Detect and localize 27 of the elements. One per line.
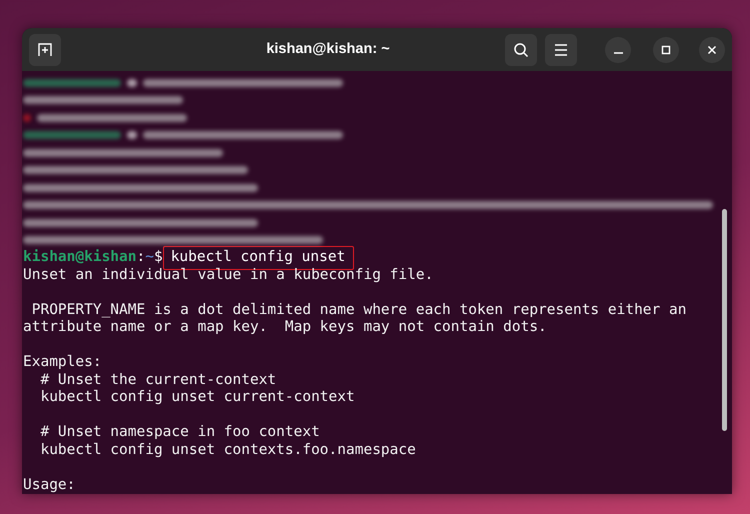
new-tab-button[interactable]	[29, 34, 61, 66]
scrollbar[interactable]	[722, 209, 727, 431]
minimize-icon	[614, 52, 622, 54]
close-icon	[707, 44, 717, 54]
output-line: kubectl config unset contexts.foo.namespace	[39, 442, 416, 459]
minimize-button[interactable]	[605, 36, 631, 62]
output-line: # Unset namespace in foo context	[39, 424, 320, 442]
prompt-path: ~	[145, 249, 154, 266]
prompt-separator: :	[136, 249, 146, 266]
search-button[interactable]	[505, 34, 537, 66]
output-line: Unset an individual value in a kubeconfig file.	[23, 266, 434, 284]
prompt-user: kishan@kishan	[23, 249, 136, 266]
new-tab-icon	[37, 42, 53, 58]
output-line: # Unset the current-context	[39, 372, 276, 389]
output-line: Examples:	[23, 354, 102, 372]
output-line: kubectl config unset current-context	[39, 389, 355, 406]
output-line: attribute name or a map key. Map keys may not contain dots.	[23, 319, 547, 336]
maximize-icon	[661, 44, 671, 54]
output-line: PROPERTY_NAME is a dot delimited name where each token represents either an	[30, 302, 686, 319]
maximize-button[interactable]	[653, 36, 679, 62]
menu-icon	[554, 44, 568, 56]
window-title: kishan@kishan: ~	[265, 40, 390, 59]
prompt-symbol: $	[154, 249, 163, 266]
search-icon	[513, 42, 529, 58]
output-line: Usage:	[23, 476, 76, 494]
menu-button[interactable]	[545, 34, 577, 66]
close-button[interactable]	[699, 36, 725, 62]
